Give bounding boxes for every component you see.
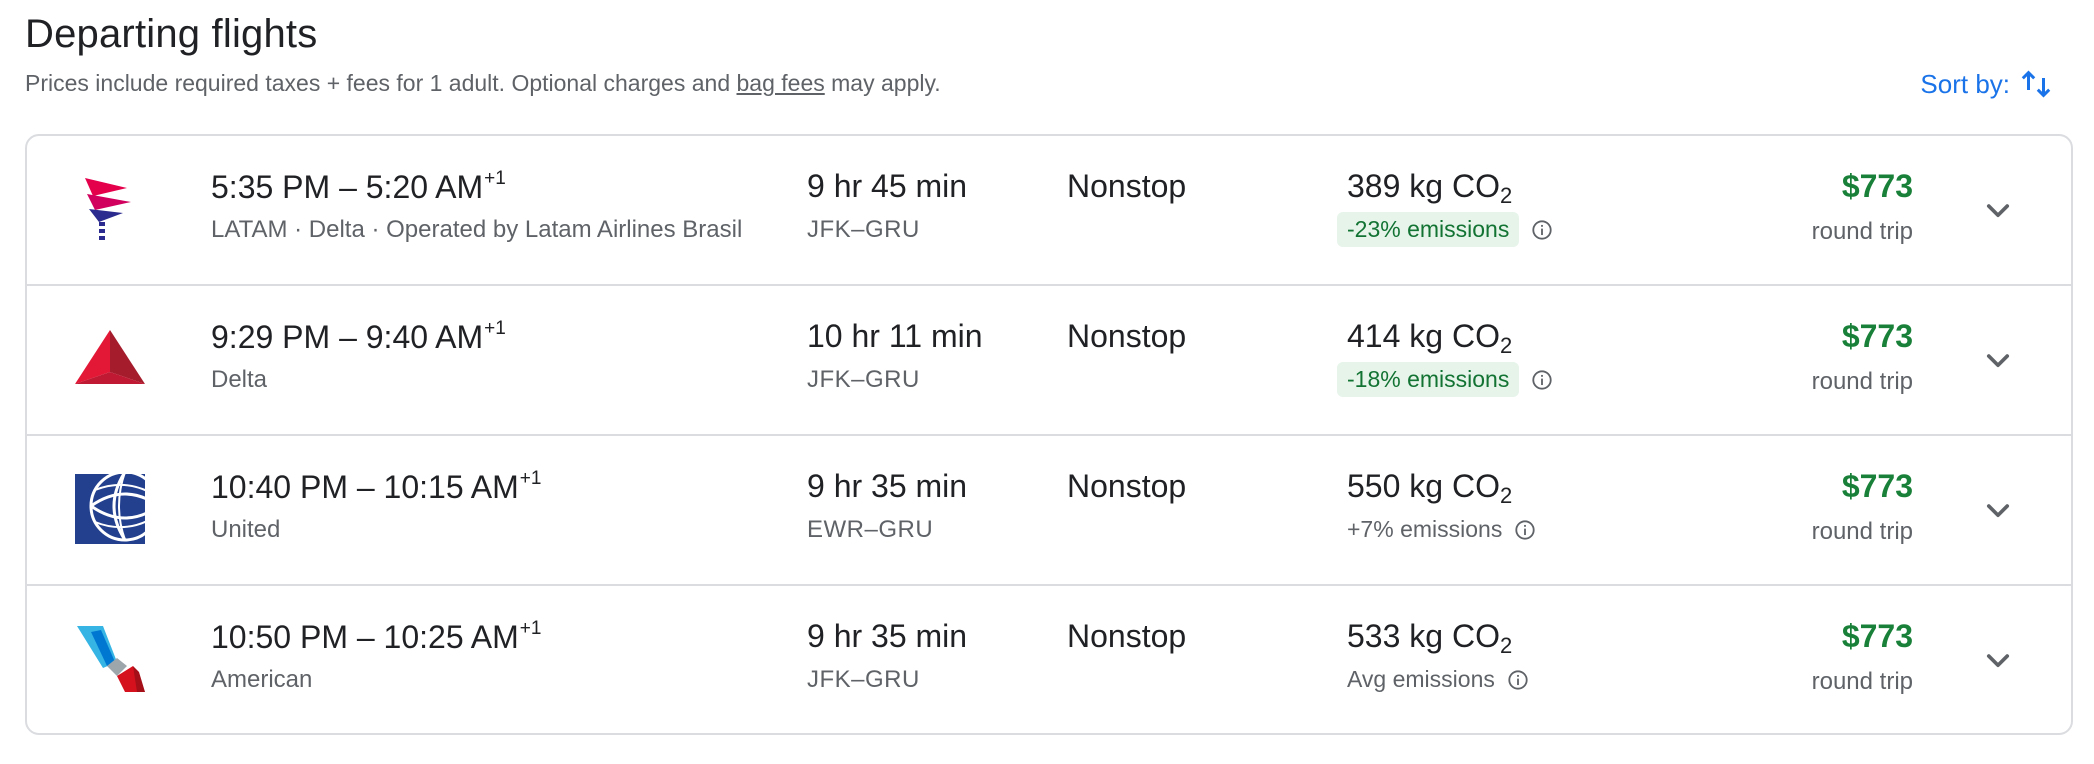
flight-row-delta[interactable]: 9:29 PM – 9:40 AM+1 Delta 10 hr 11 min J… xyxy=(27,286,2071,436)
expand-button[interactable] xyxy=(1981,644,2015,678)
emissions-info: -18% emissions xyxy=(1337,362,1553,397)
co2-value: 389 kg CO2 xyxy=(1347,168,1512,209)
info-icon[interactable] xyxy=(1507,669,1529,691)
delta-logo xyxy=(73,322,147,396)
flight-times: 10:40 PM – 10:15 AM+1 xyxy=(211,468,542,505)
airline-name: American xyxy=(211,666,313,693)
co2-value: 550 kg CO2 xyxy=(1347,468,1512,509)
co2-value: 533 kg CO2 xyxy=(1347,618,1512,659)
day-offset: +1 xyxy=(484,318,506,339)
airline-name: Delta xyxy=(211,366,268,393)
flight-stops: Nonstop xyxy=(1067,468,1187,504)
depart-time: 10:50 PM xyxy=(211,619,348,655)
co2-subscript: 2 xyxy=(1499,183,1513,208)
depart-time: 5:35 PM xyxy=(211,169,331,205)
arrive-time: 10:25 AM xyxy=(383,619,519,655)
flight-price: $773 xyxy=(1841,618,1913,654)
co2-amount: 389 kg CO xyxy=(1347,168,1500,204)
flight-price: $773 xyxy=(1841,468,1913,504)
co2-subscript: 2 xyxy=(1499,483,1513,508)
arrive-time: 5:20 AM xyxy=(365,169,484,205)
swap-vert-icon xyxy=(2021,70,2051,98)
day-offset: +1 xyxy=(484,168,506,189)
price-type: round trip xyxy=(1811,368,1913,395)
flight-stops: Nonstop xyxy=(1067,168,1187,204)
chevron-down-icon xyxy=(1986,204,2010,218)
day-offset: +1 xyxy=(519,618,542,639)
co2-value: 414 kg CO2 xyxy=(1347,318,1512,359)
emissions-info: -23% emissions xyxy=(1337,212,1553,247)
flight-duration: 9 hr 45 min xyxy=(807,168,968,204)
info-icon[interactable] xyxy=(1531,369,1553,391)
disclaimer-suffix: may apply. xyxy=(824,70,941,96)
flight-duration: 9 hr 35 min xyxy=(807,468,968,504)
flight-times: 5:35 PM – 5:20 AM+1 xyxy=(211,168,506,205)
emissions-badge: -18% emissions xyxy=(1337,362,1520,397)
flight-stops: Nonstop xyxy=(1067,318,1187,354)
flight-row-american[interactable]: 10:50 PM – 10:25 AM+1 American 9 hr 35 m… xyxy=(27,586,2071,733)
flight-route: JFK–GRU xyxy=(807,666,920,693)
flight-route: EWR–GRU xyxy=(807,516,934,543)
latam-logo xyxy=(73,172,147,246)
american-logo xyxy=(73,622,147,696)
price-type: round trip xyxy=(1811,218,1913,245)
flight-results-list: 5:35 PM – 5:20 AM+1 LATAM · Delta · Oper… xyxy=(25,134,2073,735)
info-icon[interactable] xyxy=(1514,519,1536,541)
co2-subscript: 2 xyxy=(1499,633,1513,658)
price-type: round trip xyxy=(1811,668,1913,695)
flight-price: $773 xyxy=(1841,318,1913,354)
emissions-info: +7% emissions xyxy=(1337,512,1536,547)
price-type: round trip xyxy=(1811,518,1913,545)
flight-duration: 9 hr 35 min xyxy=(807,618,968,654)
info-icon[interactable] xyxy=(1531,219,1553,241)
depart-time: 9:29 PM xyxy=(211,319,331,355)
day-offset: +1 xyxy=(519,468,542,489)
chevron-down-icon xyxy=(1986,504,2010,518)
chevron-down-icon xyxy=(1986,654,2010,668)
co2-amount: 550 kg CO xyxy=(1347,468,1500,504)
flight-price: $773 xyxy=(1841,168,1913,204)
emissions-text: +7% emissions xyxy=(1347,516,1503,542)
sort-by-label: Sort by: xyxy=(1920,68,2010,99)
co2-subscript: 2 xyxy=(1499,333,1513,358)
co2-amount: 414 kg CO xyxy=(1347,318,1500,354)
expand-button[interactable] xyxy=(1981,494,2015,528)
airline-name: United xyxy=(211,516,281,543)
arrive-time: 10:15 AM xyxy=(383,469,519,505)
disclaimer-text: Prices include required taxes + fees for… xyxy=(25,70,737,96)
emissions-info: Avg emissions xyxy=(1337,662,1529,697)
depart-time: 10:40 PM xyxy=(211,469,348,505)
airline-name: LATAM · Delta · Operated by Latam Airlin… xyxy=(211,216,743,243)
bag-fees-link[interactable]: bag fees xyxy=(737,70,825,96)
flight-row-latam[interactable]: 5:35 PM – 5:20 AM+1 LATAM · Delta · Oper… xyxy=(27,136,2071,286)
page-title: Departing flights xyxy=(25,12,318,56)
flight-stops: Nonstop xyxy=(1067,618,1187,654)
price-disclaimer: Prices include required taxes + fees for… xyxy=(25,70,941,97)
flight-row-united[interactable]: 10:40 PM – 10:15 AM+1 United 9 hr 35 min… xyxy=(27,436,2071,586)
flight-times: 10:50 PM – 10:25 AM+1 xyxy=(211,618,542,655)
co2-amount: 533 kg CO xyxy=(1347,618,1500,654)
flight-route: JFK–GRU xyxy=(807,366,920,393)
united-logo xyxy=(73,470,161,546)
flight-route: JFK–GRU xyxy=(807,216,920,243)
chevron-down-icon xyxy=(1986,354,2010,368)
expand-button[interactable] xyxy=(1981,194,2015,228)
flight-duration: 10 hr 11 min xyxy=(807,318,983,354)
emissions-text: Avg emissions xyxy=(1347,666,1495,692)
arrive-time: 9:40 AM xyxy=(365,319,484,355)
sort-by-button[interactable]: Sort by: xyxy=(1920,64,2054,104)
flight-times: 9:29 PM – 9:40 AM+1 xyxy=(211,318,506,355)
expand-button[interactable] xyxy=(1981,344,2015,378)
emissions-badge: -23% emissions xyxy=(1337,212,1520,247)
